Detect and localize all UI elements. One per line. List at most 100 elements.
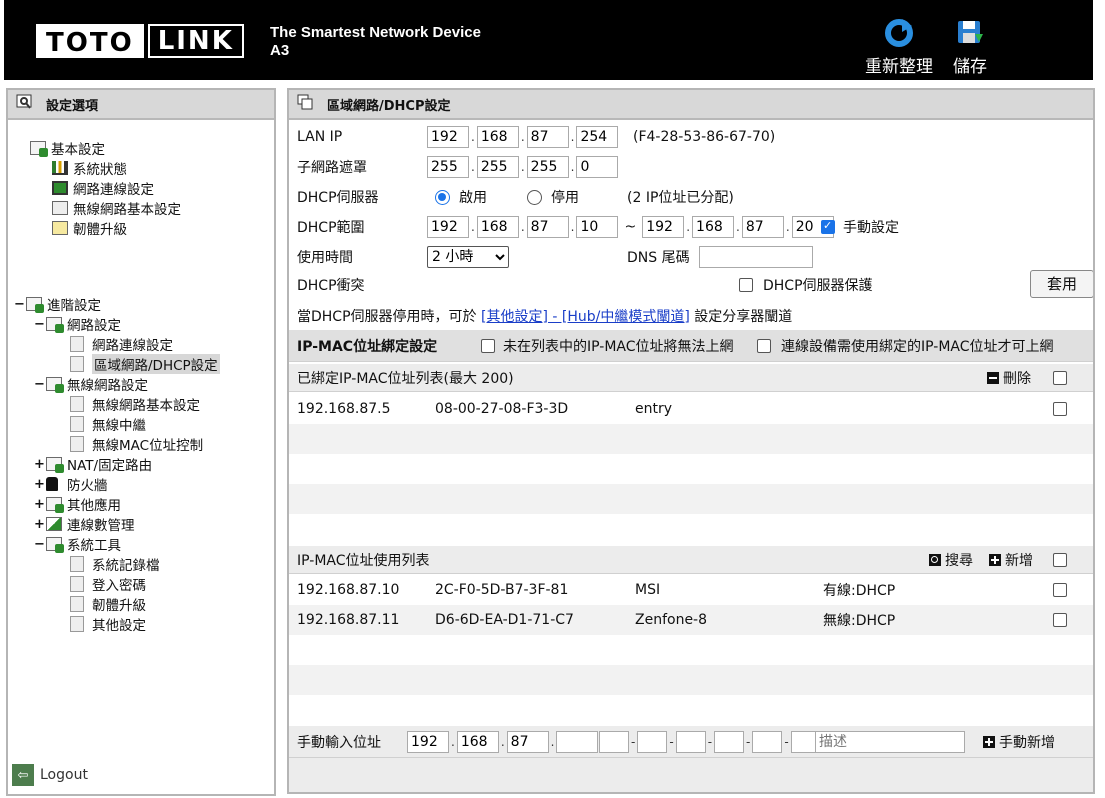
- dhcp-protect-checkbox[interactable]: [739, 278, 753, 292]
- search-button[interactable]: 搜尋: [929, 550, 973, 570]
- lan-ip-octet-3[interactable]: [526, 126, 569, 148]
- range-start-octet-3[interactable]: [526, 216, 569, 238]
- mac-part-4[interactable]: [714, 730, 745, 753]
- sidebar-item-other-settings[interactable]: 其他設定: [70, 614, 146, 634]
- window-icon: [297, 94, 313, 114]
- mac-part-3[interactable]: [675, 730, 706, 753]
- tree-basic-settings[interactable]: 基本設定: [30, 138, 105, 158]
- empty-row: [289, 665, 1093, 695]
- manual-ip-octet-3[interactable]: [506, 730, 549, 753]
- manual-ip-octet-2[interactable]: [456, 730, 499, 753]
- sidebar-item-system-status[interactable]: 系統狀態: [52, 158, 127, 178]
- sidebar-item-firmware-upgrade[interactable]: 韌體升級: [70, 594, 146, 614]
- sidebar-item-wan-basic[interactable]: 網路連線設定: [52, 178, 154, 198]
- lan-ip-octet-1[interactable]: [427, 126, 469, 148]
- empty-row: [289, 695, 1093, 725]
- page-icon: [70, 416, 84, 432]
- manual-entry-row: 手動輸入位址 . . . - - - - - 手動新增: [289, 726, 1093, 758]
- tree-other-apps[interactable]: + 其他應用: [34, 494, 121, 515]
- main-header: 區域網路/DHCP設定: [289, 90, 1093, 120]
- lan-ip-octet-4[interactable]: [576, 126, 619, 148]
- sidebar-item-login-password[interactable]: 登入密碼: [70, 574, 146, 594]
- dhcp-disable-radio[interactable]: [527, 189, 542, 205]
- manual-ip-octet-1[interactable]: [407, 730, 449, 753]
- range-start-octet-2[interactable]: [476, 216, 519, 238]
- description-input[interactable]: [815, 730, 965, 753]
- tree-traffic-management[interactable]: + 連線數管理: [34, 514, 135, 535]
- range-start-octet-4[interactable]: [576, 216, 619, 238]
- expand-toggle[interactable]: +: [34, 457, 46, 472]
- collapse-toggle[interactable]: −: [34, 377, 46, 392]
- tree-firewall[interactable]: + 防火牆: [34, 474, 108, 495]
- collapse-toggle[interactable]: −: [34, 537, 46, 552]
- sidebar-item-wireless-mac[interactable]: 無線MAC位址控制: [70, 434, 203, 454]
- refresh-button[interactable]: 重新整理: [862, 18, 936, 77]
- upgrade-icon: [52, 221, 68, 235]
- page-icon: [70, 356, 84, 372]
- expand-toggle[interactable]: +: [34, 497, 46, 512]
- manual-add-button[interactable]: 手動新增: [983, 732, 1055, 752]
- subnet-octet-2[interactable]: [476, 156, 519, 178]
- range-end-octet-3[interactable]: [741, 216, 784, 238]
- network-folder-icon: [46, 317, 64, 333]
- wifi-folder-icon: [46, 377, 64, 393]
- lease-time-select[interactable]: 2 小時: [427, 246, 509, 268]
- lan-ip-row: LAN IP . . . (F4-28-53-86-67-70): [289, 124, 1093, 150]
- table-row: 192.168.87.5 08-00-27-08-F3-3D entry: [289, 394, 1093, 424]
- subnet-octet-1[interactable]: [427, 156, 469, 178]
- row-checkbox[interactable]: [1053, 583, 1067, 597]
- bound-select-all-checkbox[interactable]: [1053, 370, 1067, 385]
- mac-part-1[interactable]: [599, 730, 629, 753]
- save-button[interactable]: 儲存: [948, 18, 992, 77]
- tree-advanced-settings[interactable]: − 進階設定: [14, 294, 101, 315]
- dns-suffix-input[interactable]: [699, 246, 813, 268]
- sidebar-item-wireless-basic[interactable]: 無線網路基本設定: [52, 198, 181, 218]
- plus-icon: [983, 735, 995, 748]
- apply-button[interactable]: 套用: [1030, 270, 1093, 298]
- sidebar: 設定選項 基本設定 系統狀態 網路連線設定 無線網路基本設定 韌體升級 − 進階…: [6, 88, 276, 796]
- add-button[interactable]: 新增: [989, 550, 1033, 570]
- sidebar-item-wireless-repeater[interactable]: 無線中繼: [70, 414, 146, 434]
- usage-select-all-checkbox[interactable]: [1053, 552, 1067, 567]
- sidebar-item-wireless-basic-adv[interactable]: 無線網路基本設定: [70, 394, 200, 414]
- sidebar-item-system-log[interactable]: 系統記錄檔: [70, 554, 160, 574]
- empty-row: [289, 484, 1093, 514]
- sidebar-item-wan-advanced[interactable]: 網路連線設定: [70, 334, 173, 354]
- subnet-octet-4[interactable]: [576, 156, 619, 178]
- manual-range-checkbox[interactable]: [821, 219, 835, 234]
- mac-part-2[interactable]: [637, 730, 668, 753]
- tree-wireless-settings[interactable]: − 無線網路設定: [34, 374, 148, 395]
- mac-part-5[interactable]: [752, 730, 783, 753]
- tree-nat-routing[interactable]: + NAT/固定路由: [34, 454, 152, 475]
- tree-system-tools[interactable]: − 系統工具: [34, 534, 121, 555]
- dhcp-server-row: DHCP伺服器 啟用 停用 (2 IP位址已分配): [289, 184, 1093, 210]
- range-end-octet-1[interactable]: [642, 216, 685, 238]
- tree-network-settings[interactable]: − 網路設定: [34, 314, 121, 335]
- subnet-row: 子網路遮罩 . . .: [289, 154, 1093, 180]
- row-checkbox[interactable]: [1053, 402, 1067, 416]
- row-checkbox[interactable]: [1053, 613, 1067, 627]
- logout-link[interactable]: ⇦ Logout: [12, 764, 88, 786]
- magnifier-icon: [16, 94, 32, 114]
- delete-bound-button[interactable]: 刪除: [987, 368, 1031, 388]
- block-unlisted-checkbox[interactable]: [481, 338, 495, 353]
- tools-folder-icon: [46, 537, 64, 553]
- minus-icon: [987, 371, 999, 384]
- require-binding-checkbox[interactable]: [757, 338, 771, 353]
- expand-toggle[interactable]: +: [34, 517, 46, 532]
- ip-mac-binding-bar: IP-MAC位址綁定設定 未在列表中的IP-MAC位址將無法上網 連線設備需使用…: [289, 330, 1093, 362]
- footer-spacer: [289, 758, 1093, 792]
- subnet-octet-3[interactable]: [526, 156, 569, 178]
- conflict-row: DHCP衝突 DHCP伺服器保護: [297, 278, 873, 294]
- expand-toggle[interactable]: +: [34, 477, 46, 492]
- range-end-octet-2[interactable]: [692, 216, 735, 238]
- sidebar-item-lan-dhcp[interactable]: 區域網路/DHCP設定: [70, 354, 220, 374]
- manual-ip-octet-4[interactable]: [556, 730, 599, 753]
- sidebar-item-firmware-basic[interactable]: 韌體升級: [52, 218, 127, 238]
- range-start-octet-1[interactable]: [427, 216, 469, 238]
- lan-ip-octet-2[interactable]: [476, 126, 519, 148]
- gateway-settings-link[interactable]: [其他設定] - [Hub/中繼模式闡道]: [481, 309, 690, 325]
- dhcp-enable-radio[interactable]: [435, 189, 450, 205]
- collapse-toggle[interactable]: −: [34, 317, 46, 332]
- collapse-toggle[interactable]: −: [14, 297, 26, 312]
